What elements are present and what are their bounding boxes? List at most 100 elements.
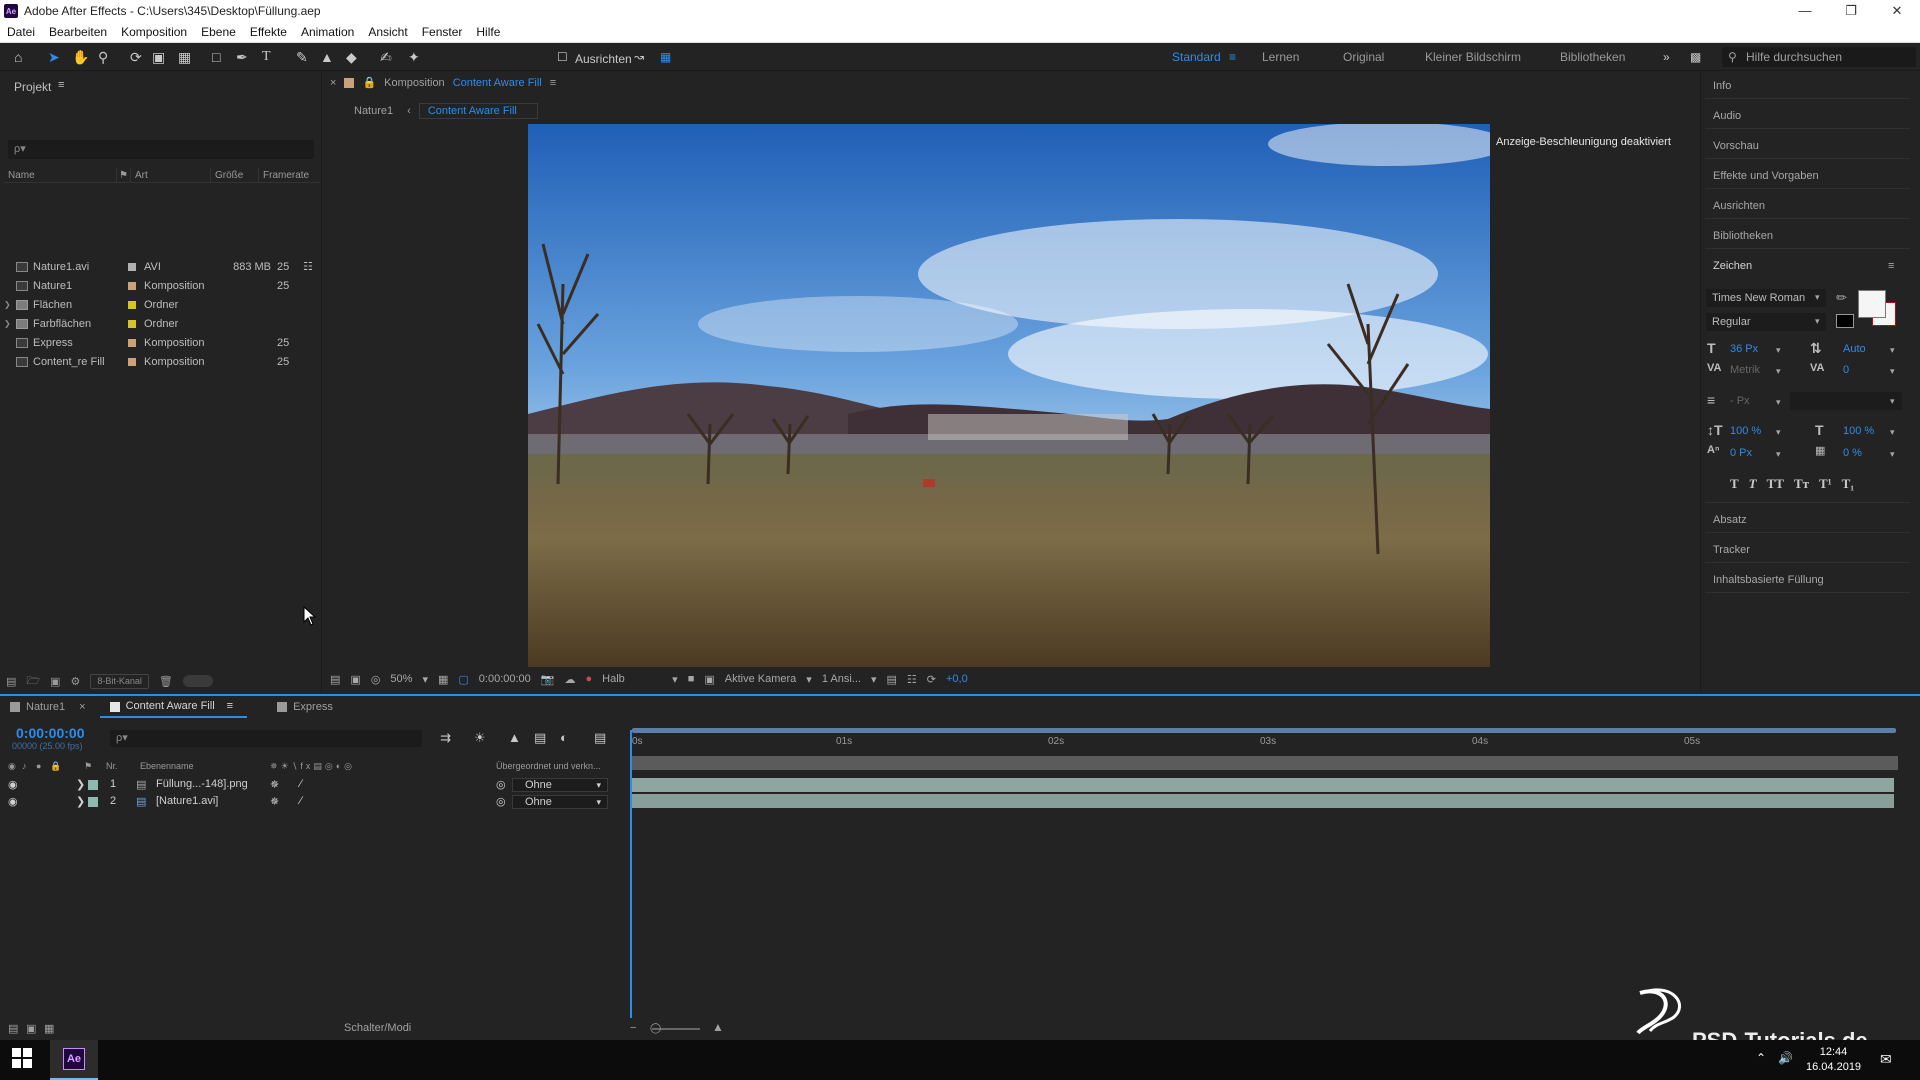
- project-search-input[interactable]: ρ▾: [8, 140, 314, 159]
- tsume-value[interactable]: 0 %: [1843, 447, 1862, 459]
- project-item[interactable]: Content_re Fill Komposition 25: [4, 352, 320, 371]
- label-color-swatch[interactable]: [128, 319, 136, 328]
- draft-3d-icon[interactable]: ☀: [474, 730, 486, 746]
- label-column-tag-icon[interactable]: ⚑: [84, 761, 92, 772]
- interpret-footage-icon[interactable]: ▤: [6, 675, 16, 688]
- label-color-swatch[interactable]: [128, 357, 136, 366]
- label-color-swatch[interactable]: [128, 262, 136, 271]
- timeline-layer-row[interactable]: ◉ ❯ 2 ▤ [Nature1.avi] ✵ ∕ ◎ Ohne ▾: [4, 794, 610, 810]
- thumbnail-slider[interactable]: [182, 675, 213, 687]
- windows-start-icon[interactable]: [12, 1048, 34, 1070]
- trash-icon[interactable]: 🗑: [159, 675, 173, 688]
- motion-blur-icon[interactable]: ◐: [560, 730, 568, 746]
- eyedropper-icon[interactable]: ✏: [1836, 290, 1847, 306]
- panel-effekte-und-vorgaben[interactable]: Effekte und Vorgaben: [1713, 170, 1819, 182]
- flowchart-icon[interactable]: ☷: [303, 260, 313, 273]
- timeline-tab-express[interactable]: Express: [267, 696, 347, 718]
- timeline-timecode[interactable]: 0:00:00:00: [16, 725, 85, 741]
- timeline-search-input[interactable]: ρ▾: [110, 730, 422, 747]
- comp-timecode[interactable]: 0:00:00:00: [479, 673, 531, 685]
- grid-icon[interactable]: ▦: [438, 673, 448, 686]
- horizontal-scale-value[interactable]: 100 %: [1843, 425, 1874, 437]
- exposure-value[interactable]: +0,0: [946, 673, 968, 685]
- faux-italic-button[interactable]: T: [1749, 476, 1757, 492]
- snapping-icon[interactable]: ↝: [634, 49, 644, 65]
- label-color-swatch[interactable]: [88, 780, 98, 790]
- fill-color-swatch[interactable]: [1858, 290, 1886, 318]
- always-preview-icon[interactable]: ▤: [330, 673, 340, 686]
- font-style-select[interactable]: Regular: [1706, 313, 1826, 331]
- shy-layers-icon[interactable]: ▲: [508, 730, 521, 746]
- time-navigator-bar[interactable]: [632, 728, 1896, 733]
- puppet-tool-icon[interactable]: ✦: [408, 49, 420, 65]
- visibility-eye-icon[interactable]: ◉: [8, 778, 18, 791]
- label-color-swatch[interactable]: [128, 300, 136, 309]
- menu-effekte[interactable]: Effekte: [243, 25, 294, 39]
- timeline-tab-content-aware-fill[interactable]: Content Aware Fill ≡: [99, 696, 248, 718]
- maximize-button[interactable]: ❐: [1828, 0, 1874, 22]
- stroke-width-value[interactable]: - Px: [1730, 395, 1750, 407]
- workspace-original[interactable]: Original: [1343, 50, 1384, 64]
- visibility-column-eye-icon[interactable]: ◉: [8, 761, 16, 772]
- zoom-in-icon[interactable]: ▲: [712, 1020, 724, 1034]
- region-of-interest-icon[interactable]: ▢: [458, 673, 468, 686]
- tray-up-arrow-icon[interactable]: ⌃: [1756, 1051, 1766, 1065]
- close-tab-icon[interactable]: ×: [330, 77, 336, 89]
- rectangle-tool-icon[interactable]: □: [212, 49, 220, 65]
- project-item[interactable]: Nature1.avi AVI 883 MB 25 ☷: [4, 257, 320, 276]
- resolution-select[interactable]: Halb: [602, 673, 662, 685]
- kerning-value[interactable]: Metrik: [1730, 364, 1760, 376]
- label-color-swatch[interactable]: [128, 281, 136, 290]
- views-select[interactable]: 1 Ansi...: [822, 673, 861, 685]
- project-settings-icon[interactable]: ⚙: [70, 675, 80, 688]
- composition-tab[interactable]: × 🔒 Komposition Content Aware Fill ≡: [330, 76, 556, 90]
- audio-column-icon[interactable]: ♪: [22, 761, 27, 771]
- panel-absatz[interactable]: Absatz: [1713, 514, 1747, 526]
- menu-fenster[interactable]: Fenster: [415, 25, 470, 39]
- expand-chevron-icon[interactable]: ❯: [4, 319, 14, 328]
- quality-switch-icon[interactable]: ∕: [300, 778, 302, 790]
- breadcrumb-parent[interactable]: Nature1: [340, 105, 407, 117]
- comp-mini-flowchart-icon[interactable]: ⇉: [440, 730, 451, 746]
- breadcrumb-current[interactable]: Content Aware Fill: [418, 103, 538, 119]
- vertical-scale-value[interactable]: 100 %: [1730, 425, 1761, 437]
- reset-exposure-icon[interactable]: ⟳: [927, 673, 936, 686]
- show-snapshot-icon[interactable]: ☁: [565, 673, 576, 686]
- fast-previews-icon[interactable]: ▣: [704, 673, 714, 686]
- transparency-grid-icon[interactable]: ■: [688, 673, 695, 685]
- column-layer-name[interactable]: Ebenenname: [140, 761, 194, 771]
- lock-column-icon[interactable]: 🔒: [50, 761, 61, 772]
- timeline-zoom-handle-icon[interactable]: ◯: [650, 1023, 661, 1034]
- column-framerate[interactable]: Framerate: [259, 168, 315, 182]
- camera-tool-icon[interactable]: ▣: [152, 49, 165, 65]
- panel-info[interactable]: Info: [1713, 80, 1731, 92]
- volume-icon[interactable]: 🔊: [1778, 1051, 1793, 1065]
- layer-switches-toggle-icon[interactable]: ▤: [8, 1022, 18, 1035]
- tracking-value[interactable]: 0: [1843, 364, 1849, 376]
- workspace-lernen[interactable]: Lernen: [1262, 50, 1299, 64]
- project-item[interactable]: Nature1 Komposition 25: [4, 276, 320, 295]
- project-panel-title[interactable]: Projekt: [14, 80, 51, 94]
- zoom-out-icon[interactable]: −: [630, 1022, 636, 1034]
- faux-bold-button[interactable]: T: [1730, 476, 1739, 492]
- graph-editor-icon[interactable]: ▤: [594, 730, 606, 746]
- label-color-swatch[interactable]: [128, 338, 136, 347]
- menu-datei[interactable]: Datei: [0, 25, 42, 39]
- collapse-switch-icon[interactable]: ✵: [270, 795, 279, 808]
- current-time-indicator[interactable]: [630, 730, 632, 1018]
- sync-settings-icon[interactable]: ▩: [1690, 50, 1701, 64]
- layer-duration-bar[interactable]: [632, 778, 1894, 792]
- taskbar-clock[interactable]: 12:44 16.04.2019: [1806, 1045, 1861, 1075]
- pickwhip-icon[interactable]: ◎: [496, 795, 506, 808]
- toggle-pixel-aspect-icon[interactable]: ▤: [886, 673, 896, 686]
- expand-chevron-icon[interactable]: ❯: [4, 300, 14, 309]
- project-item[interactable]: ❯ Farbflächen Ordner: [4, 314, 320, 333]
- panel-inhaltsbasierte-fuellung[interactable]: Inhaltsbasierte Füllung: [1713, 574, 1824, 586]
- close-button[interactable]: ✕: [1874, 0, 1920, 22]
- close-tab-icon[interactable]: ×: [79, 701, 85, 713]
- column-size[interactable]: Größe: [211, 168, 259, 182]
- workspace-kleiner-bildschirm[interactable]: Kleiner Bildschirm: [1425, 50, 1521, 64]
- home-icon[interactable]: ⌂: [14, 49, 22, 65]
- color-channels-icon[interactable]: ●: [586, 673, 593, 685]
- project-panel-menu-icon[interactable]: ≡: [58, 79, 64, 91]
